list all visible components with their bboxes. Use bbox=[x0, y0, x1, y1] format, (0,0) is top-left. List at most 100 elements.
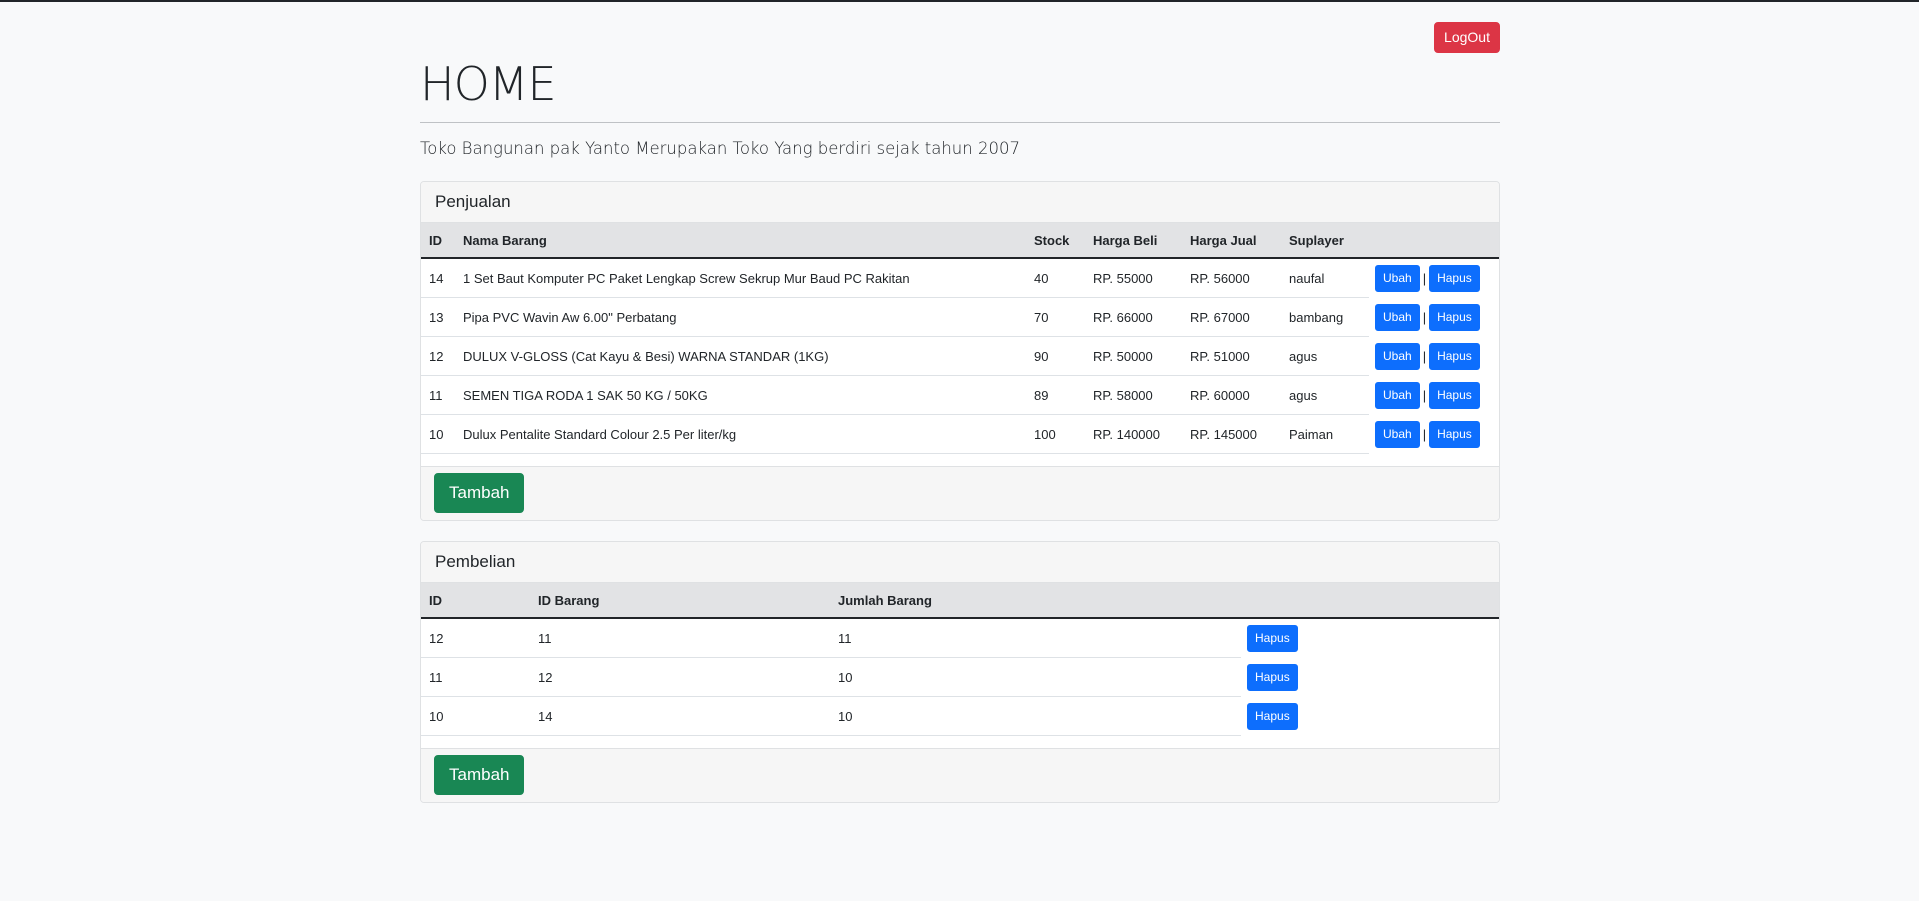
cell-jumlah-barang: 10 bbox=[830, 696, 1241, 736]
hapus-button[interactable]: Hapus bbox=[1247, 702, 1298, 730]
ubah-button[interactable]: Ubah bbox=[1375, 420, 1420, 448]
col-header-actions bbox=[1369, 223, 1499, 259]
cell-harga-jual: RP. 145000 bbox=[1182, 414, 1281, 454]
pembelian-card-header: Pembelian bbox=[421, 542, 1499, 583]
cell-nama-barang: DULUX V-GLOSS (Cat Kayu & Besi) WARNA ST… bbox=[455, 336, 1026, 376]
cell-jumlah-barang: 11 bbox=[830, 618, 1241, 658]
divider bbox=[420, 122, 1500, 123]
spacer-row bbox=[421, 735, 1499, 748]
hapus-button[interactable]: Hapus bbox=[1429, 342, 1480, 370]
cell-harga-jual: RP. 56000 bbox=[1182, 258, 1281, 298]
cell-id: 12 bbox=[421, 618, 530, 658]
col-header-jumlah-barang: Jumlah Barang bbox=[830, 583, 1241, 619]
table-row: 11 12 10 Hapus bbox=[421, 657, 1499, 697]
col-header-suplayer: Suplayer bbox=[1281, 223, 1369, 259]
col-header-harga-beli: Harga Beli bbox=[1085, 223, 1182, 259]
spacer-row bbox=[421, 453, 1499, 466]
cell-harga-beli: RP. 50000 bbox=[1085, 336, 1182, 376]
action-separator: | bbox=[1422, 426, 1427, 442]
col-header-id: ID bbox=[421, 223, 455, 259]
col-header-actions bbox=[1241, 583, 1499, 619]
table-row: 10 Dulux Pentalite Standard Colour 2.5 Pe… bbox=[421, 414, 1499, 454]
cell-stock: 100 bbox=[1026, 414, 1085, 454]
lead-text: Toko Bangunan pak Yanto Merupakan Toko Y… bbox=[420, 139, 1020, 158]
cell-harga-beli: RP. 55000 bbox=[1085, 258, 1182, 298]
hapus-button[interactable]: Hapus bbox=[1429, 264, 1480, 292]
penjualan-card-footer: Tambah bbox=[421, 466, 1499, 520]
cell-id: 11 bbox=[421, 375, 455, 415]
action-separator: | bbox=[1422, 270, 1427, 286]
cell-harga-jual: RP. 67000 bbox=[1182, 297, 1281, 337]
table-row: 12 DULUX V-GLOSS (Cat Kayu & Besi) WARNA … bbox=[421, 336, 1499, 376]
spacer-cell bbox=[421, 735, 1499, 748]
table-row: 14 1 Set Baut Komputer PC Paket Lengkap S… bbox=[421, 258, 1499, 298]
cell-id: 10 bbox=[421, 696, 530, 736]
hapus-button[interactable]: Hapus bbox=[1429, 381, 1480, 409]
cell-id: 10 bbox=[421, 414, 455, 454]
tambah-pembelian-button[interactable]: Tambah bbox=[434, 755, 525, 795]
table-row: 10 14 10 Hapus bbox=[421, 696, 1499, 736]
cell-actions: Ubah | Hapus bbox=[1369, 258, 1499, 298]
cell-suplayer: Paiman bbox=[1281, 414, 1369, 454]
cell-suplayer: naufal bbox=[1281, 258, 1369, 298]
cell-nama-barang: SEMEN TIGA RODA 1 SAK 50 KG / 50KG bbox=[455, 375, 1026, 415]
penjualan-table-header-row: ID Nama Barang Stock Harga Beli Harga Ju… bbox=[421, 223, 1499, 259]
cell-jumlah-barang: 10 bbox=[830, 657, 1241, 697]
cell-id: 11 bbox=[421, 657, 530, 697]
cell-suplayer: agus bbox=[1281, 336, 1369, 376]
hapus-button[interactable]: Hapus bbox=[1429, 303, 1480, 331]
logout-button[interactable]: LogOut bbox=[1434, 22, 1500, 53]
col-header-id: ID bbox=[421, 583, 530, 619]
col-header-harga-jual: Harga Jual bbox=[1182, 223, 1281, 259]
pembelian-table: ID ID Barang Jumlah Barang 12 11 11 Hapus 11… bbox=[421, 583, 1499, 748]
cell-actions: Ubah | Hapus bbox=[1369, 375, 1499, 415]
cell-nama-barang: 1 Set Baut Komputer PC Paket Lengkap Scr… bbox=[455, 258, 1026, 298]
ubah-button[interactable]: Ubah bbox=[1375, 303, 1420, 331]
cell-id-barang: 12 bbox=[530, 657, 830, 697]
cell-harga-beli: RP. 140000 bbox=[1085, 414, 1182, 454]
tambah-penjualan-button[interactable]: Tambah bbox=[434, 473, 525, 513]
col-header-stock: Stock bbox=[1026, 223, 1085, 259]
cell-stock: 90 bbox=[1026, 336, 1085, 376]
col-header-nama-barang: Nama Barang bbox=[455, 223, 1026, 259]
action-separator: | bbox=[1422, 348, 1427, 364]
cell-suplayer: bambang bbox=[1281, 297, 1369, 337]
cell-id-barang: 11 bbox=[530, 618, 830, 658]
cell-id-barang: 14 bbox=[530, 696, 830, 736]
page-title: HOME bbox=[420, 57, 557, 111]
pembelian-card-footer: Tambah bbox=[421, 748, 1499, 802]
cell-actions: Ubah | Hapus bbox=[1369, 414, 1499, 454]
ubah-button[interactable]: Ubah bbox=[1375, 264, 1420, 292]
action-separator: | bbox=[1422, 309, 1427, 325]
cell-id: 12 bbox=[421, 336, 455, 376]
penjualan-table: ID Nama Barang Stock Harga Beli Harga Ju… bbox=[421, 223, 1499, 466]
cell-stock: 70 bbox=[1026, 297, 1085, 337]
cell-actions: Hapus bbox=[1241, 696, 1499, 736]
pembelian-card: Pembelian ID ID Barang Jumlah Barang 12 1… bbox=[420, 541, 1500, 803]
cell-harga-jual: RP. 60000 bbox=[1182, 375, 1281, 415]
ubah-button[interactable]: Ubah bbox=[1375, 342, 1420, 370]
cell-harga-beli: RP. 58000 bbox=[1085, 375, 1182, 415]
ubah-button[interactable]: Ubah bbox=[1375, 381, 1420, 409]
table-row: 11 SEMEN TIGA RODA 1 SAK 50 KG / 50KG 89 RP… bbox=[421, 375, 1499, 415]
table-row: 12 11 11 Hapus bbox=[421, 618, 1499, 658]
cell-actions: Ubah | Hapus bbox=[1369, 297, 1499, 337]
hapus-button[interactable]: Hapus bbox=[1429, 420, 1480, 448]
col-header-id-barang: ID Barang bbox=[530, 583, 830, 619]
action-separator: | bbox=[1422, 387, 1427, 403]
cell-harga-beli: RP. 66000 bbox=[1085, 297, 1182, 337]
hapus-button[interactable]: Hapus bbox=[1247, 624, 1298, 652]
pembelian-table-header-row: ID ID Barang Jumlah Barang bbox=[421, 583, 1499, 619]
table-row: 13 Pipa PVC Wavin Aw 6.00" Perbatang 70 RP.… bbox=[421, 297, 1499, 337]
cell-stock: 89 bbox=[1026, 375, 1085, 415]
cell-actions: Ubah | Hapus bbox=[1369, 336, 1499, 376]
cell-id: 14 bbox=[421, 258, 455, 298]
top-border bbox=[0, 0, 1919, 2]
cell-nama-barang: Dulux Pentalite Standard Colour 2.5 Per … bbox=[455, 414, 1026, 454]
cell-harga-jual: RP. 51000 bbox=[1182, 336, 1281, 376]
cell-actions: Hapus bbox=[1241, 618, 1499, 658]
hapus-button[interactable]: Hapus bbox=[1247, 663, 1298, 691]
cell-id: 13 bbox=[421, 297, 455, 337]
penjualan-table-body: 14 1 Set Baut Komputer PC Paket Lengkap S… bbox=[421, 258, 1499, 466]
cell-suplayer: agus bbox=[1281, 375, 1369, 415]
